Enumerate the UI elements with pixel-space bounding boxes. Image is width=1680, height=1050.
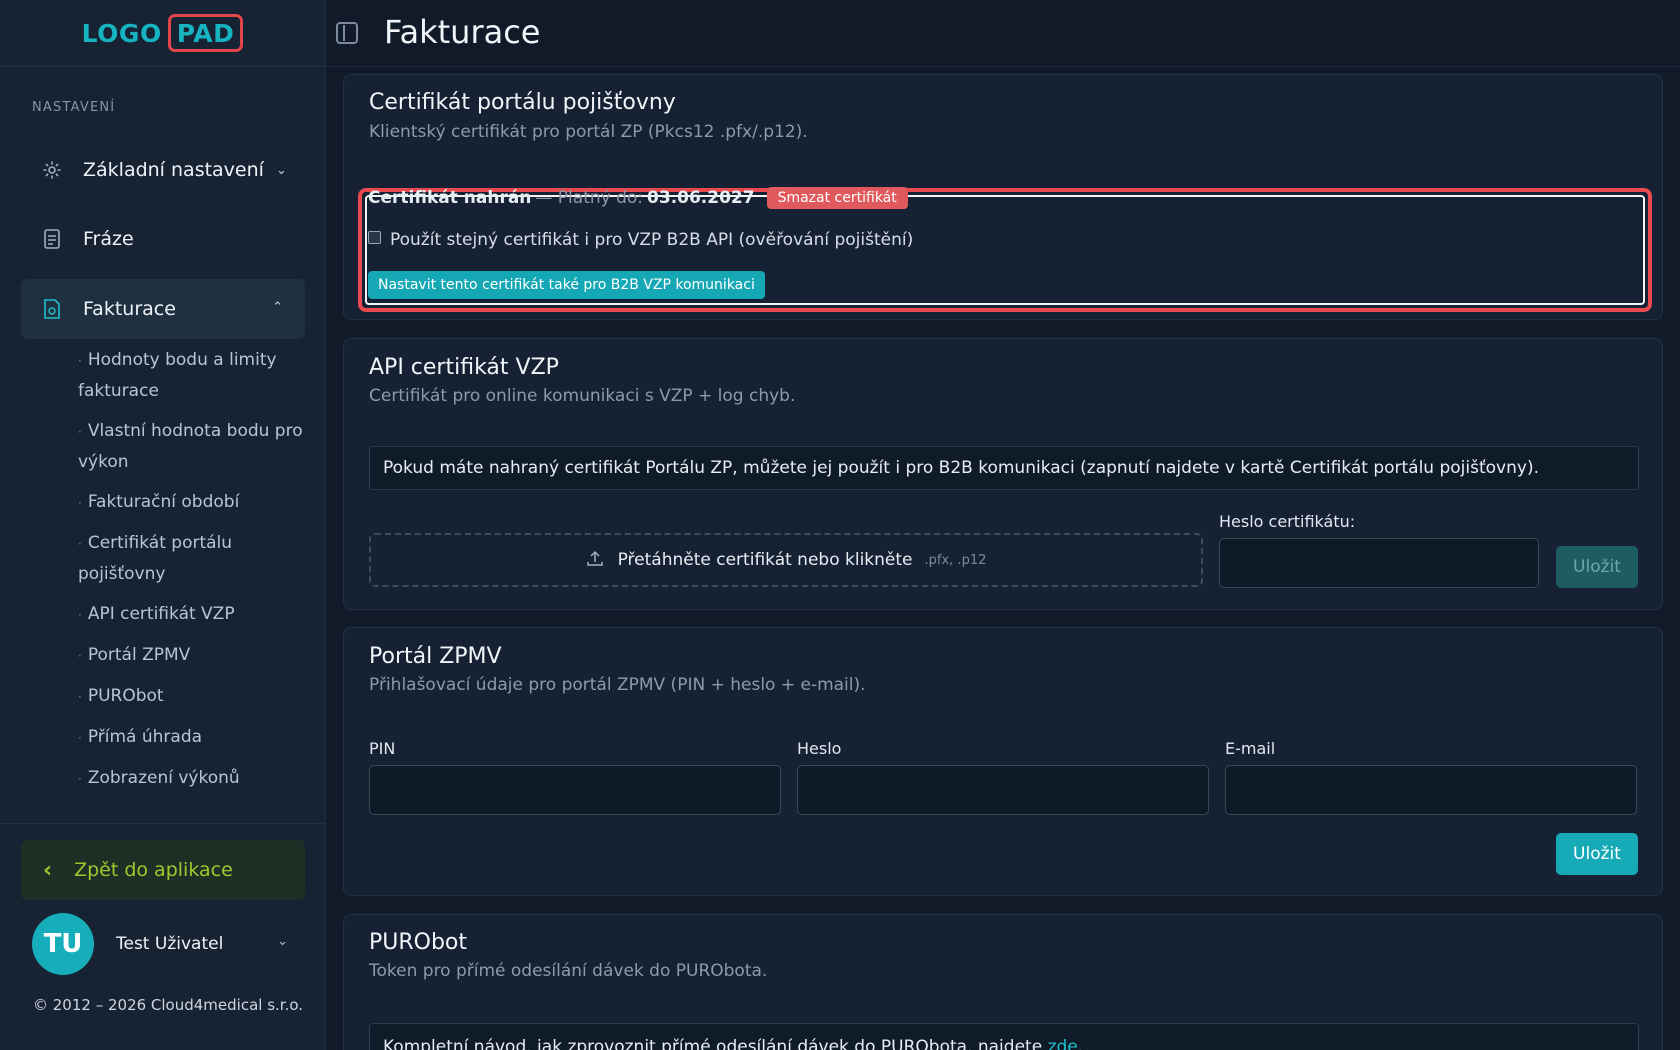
card-title: Certifikát portálu pojišťovny [369, 90, 676, 115]
chevron-down-icon: ⌄ [277, 934, 288, 949]
invoice-icon [41, 298, 63, 320]
chevron-down-icon: ⌄ [275, 162, 287, 178]
password-input[interactable] [797, 765, 1209, 815]
upload-icon [586, 549, 604, 572]
card-title: API certifikát VZP [369, 355, 559, 380]
bullet-icon: · [78, 690, 82, 704]
back-to-app-button[interactable]: ‹ Zpět do aplikace [21, 840, 305, 900]
logo[interactable]: LOGO PAD [82, 14, 244, 52]
cert-password-label: Heslo certifikátu: [1219, 512, 1356, 531]
pin-label: PIN [369, 739, 396, 758]
cert-status-label: Certifikát nahrán [368, 188, 532, 208]
bullet-icon: · [78, 537, 82, 551]
sidebar-toggle-icon[interactable] [336, 22, 358, 44]
cert-dropzone[interactable]: Přetáhněte certifikát nebo klikněte .pfx… [369, 533, 1203, 587]
dropzone-label: Přetáhněte certifikát nebo klikněte [617, 550, 913, 570]
sidebar-divider [0, 823, 326, 824]
submenu-item[interactable]: · API certifikát VZP [78, 599, 308, 630]
user-name: Test Uživatel [116, 934, 224, 954]
api-cert-card: API certifikát VZP Certifikát pro online… [343, 338, 1663, 610]
chevron-left-icon: ‹ [43, 857, 53, 883]
cert-status: Certifikát nahrán — Platný do: 03.06.202… [368, 187, 908, 209]
password-label: Heslo [797, 739, 842, 758]
card-subtitle: Přihlašovací údaje pro portál ZPMV (PIN … [369, 675, 866, 695]
submenu-item[interactable]: · Zobrazení výkonů [78, 763, 308, 794]
sidebar-item-phrases[interactable]: Fráze [21, 209, 305, 269]
guide-link[interactable]: zde [1048, 1037, 1078, 1050]
card-subtitle: Klientský certifikát pro portál ZP (Pkcs… [369, 122, 808, 142]
invoicing-submenu: · Hodnoty bodu a limity fakturace · Vlastn… [78, 345, 308, 804]
back-label: Zpět do aplikace [74, 859, 233, 881]
sidebar-section-label: NASTAVENÍ [32, 100, 116, 115]
bullet-icon: · [78, 425, 82, 439]
save-zpmv-button[interactable]: Uložit [1556, 833, 1638, 875]
card-subtitle: Token pro přímé odesílání dávek do PUROb… [369, 961, 768, 981]
checkbox-label: Použít stejný certifikát i pro VZP B2B A… [390, 230, 914, 250]
submenu-item[interactable]: · Hodnoty bodu a limity fakturace [78, 345, 308, 406]
avatar: TU [32, 913, 94, 975]
sidebar-item-basic-settings[interactable]: Základní nastavení ⌄ [21, 140, 305, 200]
sidebar-item-label: Fakturace [83, 298, 176, 320]
guide-end: . [1077, 1037, 1084, 1050]
save-cert-button[interactable]: Uložit [1556, 546, 1638, 588]
copyright: © 2012 – 2026 Cloud4medical s.r.o. [33, 996, 304, 1014]
pin-input[interactable] [369, 765, 781, 815]
submenu-item[interactable]: · Vlastní hodnota bodu pro výkon [78, 416, 308, 477]
set-b2b-cert-button[interactable]: Nastavit tento certifikát také pro B2B V… [368, 271, 765, 299]
cert-portal-card: Certifikát portálu pojišťovny Klientský … [343, 74, 1663, 320]
same-cert-checkbox-row[interactable]: Použít stejný certifikát i pro VZP B2B A… [368, 230, 913, 250]
sidebar-item-invoicing[interactable]: Fakturace ⌃ [21, 279, 305, 339]
bullet-icon: · [78, 649, 82, 663]
submenu-item[interactable]: · Přímá úhrada [78, 722, 308, 753]
sidebar: LOGO PAD NASTAVENÍ Základní nastavení ⌄ … [0, 0, 326, 1050]
email-input[interactable] [1225, 765, 1637, 815]
submenu-item[interactable]: · Fakturační období [78, 487, 308, 518]
sidebar-item-label: Základní nastavení [83, 159, 264, 181]
logo-text-2: PAD [167, 14, 244, 52]
cert-valid-date: 03.06.2027 [647, 188, 755, 208]
bullet-icon: · [78, 731, 82, 745]
same-cert-checkbox[interactable] [368, 230, 381, 244]
bullet-icon: · [78, 496, 82, 510]
info-box: Pokud máte nahraný certifikát Portálu ZP… [369, 446, 1639, 490]
document-icon [41, 228, 63, 250]
gear-icon [41, 159, 63, 181]
topbar: Fakturace [326, 0, 1680, 67]
guide-text: Kompletní návod, jak zprovoznit přímé od… [383, 1037, 1048, 1050]
delete-cert-button[interactable]: Smazat certifikát [766, 187, 908, 209]
page-title: Fakturace [384, 13, 541, 51]
cert-valid-prefix: — Platný do: [535, 188, 644, 208]
logo-bar: LOGO PAD [0, 0, 325, 67]
email-label: E-mail [1225, 739, 1276, 758]
logo-text-1: LOGO [81, 18, 162, 48]
submenu-item[interactable]: · Portál ZPMV [78, 640, 308, 671]
card-subtitle: Certifikát pro online komunikaci s VZP +… [369, 386, 796, 406]
bullet-icon: · [78, 354, 82, 368]
purobot-guide: Kompletní návod, jak zprovoznit přímé od… [369, 1023, 1639, 1050]
submenu-item[interactable]: · Certifikát portálu pojišťovny [78, 528, 308, 589]
card-title: PURObot [369, 930, 468, 955]
submenu-item[interactable]: · PURObot [78, 681, 308, 712]
sidebar-item-label: Fráze [83, 228, 134, 250]
zpmv-card: Portál ZPMV Přihlašovací údaje pro portá… [343, 627, 1663, 896]
card-title: Portál ZPMV [369, 644, 502, 669]
cert-password-input[interactable] [1219, 538, 1539, 588]
dropzone-ext: .pfx, .p12 [924, 552, 987, 568]
bullet-icon: · [78, 608, 82, 622]
bullet-icon: · [78, 772, 82, 786]
user-menu[interactable]: TU Test Uživatel ⌄ [32, 912, 292, 976]
chevron-up-icon: ⌃ [272, 300, 283, 315]
purobot-card: PURObot Token pro přímé odesílání dávek … [343, 914, 1663, 1050]
